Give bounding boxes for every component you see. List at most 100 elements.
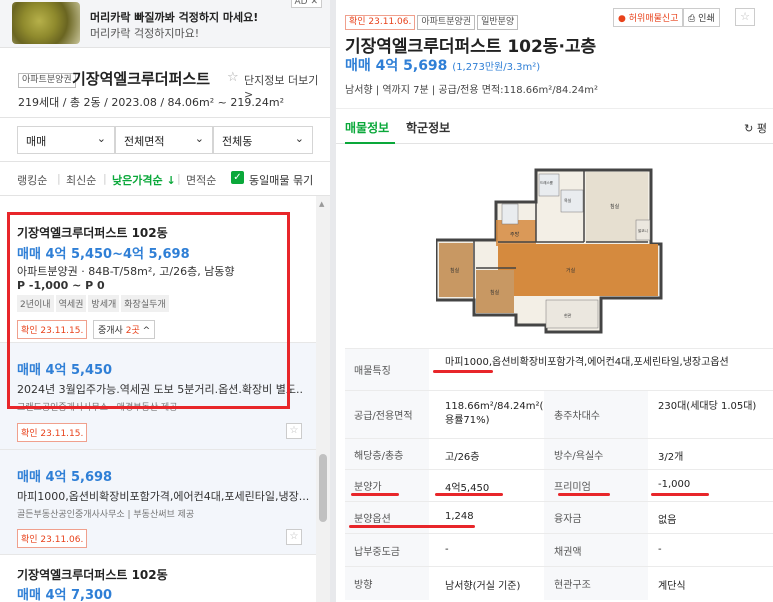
- scroll-up-arrow-icon[interactable]: ▲: [319, 200, 324, 208]
- highlight-annotation-box: [7, 212, 290, 409]
- table-value: 3/2개: [658, 452, 684, 463]
- table-row: 공급/전용면적 118.66m²/84.24m²(전용률71%) 총주차대수 2…: [345, 390, 773, 438]
- sort-bar: 랭킹순 | 최신순 | 낮은가격순 ↓ | 면적순 ✓ 동일매물 묶기: [0, 162, 330, 196]
- table-row: 분양가 4억5,450 프리미엄 -1,000: [345, 469, 773, 501]
- table-row: 해당층/총층 고/26층 방수/욕실수 3/2개: [345, 438, 773, 469]
- room-label: 현관: [564, 312, 572, 318]
- table-value: 고/26층: [445, 452, 480, 463]
- table-value: -: [658, 544, 662, 555]
- star-icon[interactable]: ☆: [227, 70, 239, 85]
- table-value: -1,000: [658, 479, 691, 490]
- sort-latest[interactable]: 최신순: [66, 172, 96, 188]
- chevron-down-icon: ⌄: [96, 132, 106, 145]
- report-button[interactable]: ● 허위매물신고: [613, 8, 684, 27]
- detail-tabs: 매물정보 학군정보 ↻ 평: [336, 108, 773, 144]
- room-label: 발코니: [638, 228, 648, 233]
- room-label: 거실: [566, 267, 576, 274]
- detail-panel: 확인 23.11.06. 아파트분양권 일반분양 ● 허위매물신고 ⎙ 인쇄 ☆ 기…: [336, 0, 773, 602]
- listing-name: 기장역엘크루더퍼스트 102동: [17, 568, 168, 582]
- room-label: 침실: [490, 289, 500, 296]
- floor-plan-image[interactable]: 침실 침실 침실 욕실 드레스룸 거실 주방 발코니 현관: [434, 160, 681, 338]
- table-row: 분양옵션 1,248 융자금 없음: [345, 501, 773, 533]
- room-label: 침실: [450, 267, 460, 274]
- table-label: 융자금: [544, 502, 648, 533]
- table-label: 채권액: [544, 534, 648, 566]
- table-label: 총주차대수: [544, 391, 648, 438]
- red-underline-annotation: [349, 525, 475, 528]
- detail-title: 기장역엘크루더퍼스트 102동·고층: [345, 37, 597, 57]
- red-underline-annotation: [651, 493, 709, 496]
- type-tag: 일반분양: [477, 15, 519, 30]
- ad-thumbnail: [12, 2, 80, 44]
- table-label: 해당층/총층: [345, 439, 429, 469]
- sort-ranking[interactable]: 랭킹순: [17, 172, 47, 188]
- red-underline-annotation: [351, 493, 399, 496]
- table-row: 매물특징 마피1000,옵션비확장비포함가격,에어컨4대,포세린타일,냉장고옵션: [345, 348, 773, 390]
- room-label: 드레스룸: [540, 180, 554, 185]
- listing-agency: 골든부동산공인중개사사무소 | 부동산써브 제공: [17, 510, 195, 520]
- listing-detail-table: 매물특징 마피1000,옵션비확장비포함가격,에어컨4대,포세린타일,냉장고옵션…: [345, 348, 773, 600]
- building-select[interactable]: 전체동 ⌄: [213, 126, 313, 154]
- divider: |: [177, 172, 181, 185]
- checkbox-checked-icon[interactable]: ✓: [231, 171, 244, 184]
- ad-title: 머리카락 빠질까봐 걱정하지 마세요!: [90, 11, 259, 24]
- complex-name: 기장역엘크루더퍼스트: [72, 70, 211, 88]
- siren-icon: ●: [618, 14, 626, 24]
- scrollbar[interactable]: ▲: [316, 196, 330, 602]
- list-item[interactable]: 매매 4억 5,698 마피1000,옵션비확장비포함가격,에어컨4대,포세린타…: [0, 450, 316, 555]
- arrow-down-icon: ↓: [166, 174, 176, 187]
- table-label: 매물특징: [345, 349, 429, 390]
- star-icon[interactable]: ☆: [735, 8, 755, 26]
- ad-banner[interactable]: 머리카락 빠질까봐 걱정하지 마세요! 머리카락 걱정하지마요! AD ✕: [0, 0, 330, 48]
- table-value: 118.66m²/84.24m²(전용률71%): [445, 401, 553, 426]
- sort-low-price[interactable]: 낮은가격순 ↓: [112, 172, 176, 188]
- print-button[interactable]: ⎙ 인쇄: [683, 8, 720, 27]
- table-label: 현관구조: [544, 567, 648, 600]
- complex-summary: 219세대 / 총 2동 / 2023.08 / 84.06m² ~ 219.2…: [18, 96, 284, 109]
- red-underline-annotation: [558, 493, 610, 496]
- deal-type-select[interactable]: 매매 ⌄: [17, 126, 115, 154]
- table-label: 공급/전용면적: [345, 391, 429, 438]
- listing-price: 매매 4억 5,698: [17, 470, 113, 485]
- ad-close-badge[interactable]: AD ✕: [290, 0, 322, 8]
- chevron-down-icon: ⌄: [194, 132, 204, 145]
- detail-tags: 확인 23.11.06. 아파트분양권 일반분양: [345, 9, 520, 30]
- table-value: 계단식: [658, 581, 686, 592]
- complex-header: 아파트분양권 기장역엘크루더퍼스트 ☆ 단지정보 더보기 > 219세대 / 총…: [0, 56, 330, 118]
- listing-description: 마피1000,옵션비확장비포함가격,에어컨4대,포세린타일,냉장...: [17, 490, 310, 503]
- area-select[interactable]: 전체면적 ⌄: [115, 126, 213, 154]
- printer-icon: ⎙: [688, 14, 696, 24]
- listing-price: 매매 4억 7,300: [17, 588, 113, 602]
- room-label: 침실: [610, 203, 620, 210]
- confirm-badge: 확인 23.11.06.: [17, 529, 88, 548]
- star-icon[interactable]: ☆: [286, 423, 302, 439]
- table-label: 방향: [345, 567, 429, 600]
- table-value: 230대(세대당 1.05대): [658, 401, 757, 412]
- red-underline-annotation: [435, 493, 503, 496]
- scrollbar-thumb[interactable]: [319, 454, 327, 522]
- table-label: 납부중도금: [345, 534, 429, 566]
- filter-bar: 매매 ⌄ 전체면적 ⌄ 전체동 ⌄: [0, 118, 330, 162]
- list-item[interactable]: 기장역엘크루더퍼스트 102동 매매 4억 7,300: [0, 555, 316, 602]
- chevron-down-icon: ⌄: [294, 132, 304, 145]
- unit-toggle[interactable]: ↻ 평: [744, 120, 767, 136]
- table-value: 1,248: [445, 511, 474, 522]
- red-underline-annotation: [433, 370, 493, 373]
- table-value: 마피1000,옵션비확장비포함가격,에어컨4대,포세린타일,냉장고옵션: [445, 357, 729, 368]
- table-value: 남서향(거실 기준): [445, 581, 521, 592]
- table-row: 방향 남서향(거실 기준) 현관구조 계단식: [345, 566, 773, 600]
- type-tag: 아파트분양권: [417, 15, 476, 30]
- complex-type-tag: 아파트분양권: [18, 73, 76, 88]
- confirm-badge: 확인 23.11.15.: [17, 423, 88, 442]
- ad-subtitle: 머리카락 걱정하지마요!: [90, 27, 200, 40]
- table-label: 방수/욕실수: [544, 439, 648, 469]
- refresh-icon: ↻: [744, 122, 754, 135]
- confirm-badge: 확인 23.11.06.: [345, 15, 416, 30]
- tab-listing-info[interactable]: 매물정보: [345, 119, 389, 136]
- table-value: -: [445, 544, 449, 555]
- star-icon[interactable]: ☆: [286, 529, 302, 545]
- listing-panel: 머리카락 빠질까봐 걱정하지 마세요! 머리카락 걱정하지마요! AD ✕ 아파…: [0, 0, 330, 602]
- divider: |: [57, 172, 61, 185]
- sort-area[interactable]: 면적순: [186, 172, 216, 188]
- tab-school-info[interactable]: 학군정보: [406, 119, 450, 136]
